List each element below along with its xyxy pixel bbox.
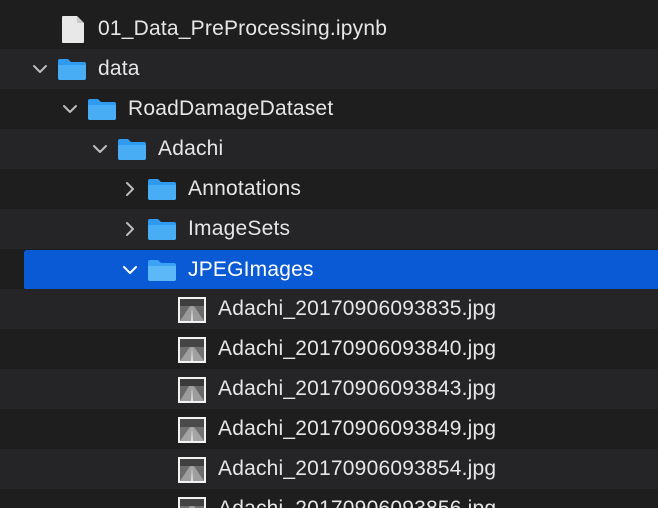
image-thumbnail-icon [178,297,206,323]
folder-icon [147,177,177,201]
image-thumbnail-icon [178,417,206,443]
tree-item-label: Adachi_20170906093835.jpg [218,297,497,320]
image-thumbnail-icon [178,377,206,403]
folder-icon [57,57,87,81]
image-thumbnail-icon [178,337,206,363]
tree-item-label: data [98,57,140,80]
tree-row-file[interactable]: Adachi_20170906093856.jpg [0,489,658,508]
chevron-down-icon[interactable] [31,60,49,78]
image-thumbnail-icon [178,457,206,483]
tree-row-imagesets[interactable]: ImageSets [0,209,658,249]
tree-row-jpegimages[interactable]: JPEGImages [24,250,658,290]
tree-row-file[interactable]: Adachi_20170906093854.jpg [0,449,658,489]
tree-row-data[interactable]: data [0,49,658,89]
chevron-right-icon[interactable] [121,220,139,238]
folder-icon [117,137,147,161]
tree-row-file[interactable]: Adachi_20170906093849.jpg [0,409,658,449]
tree-row-roaddamagedataset[interactable]: RoadDamageDataset [0,89,658,129]
tree-item-label: Adachi_20170906093849.jpg [218,417,497,440]
tree-item-label: Adachi [158,137,224,160]
tree-item-label: JPEGImages [188,258,314,281]
tree-row-annotations[interactable]: Annotations [0,169,658,209]
tree-item-label: ImageSets [188,217,291,240]
chevron-down-icon[interactable] [121,261,139,279]
tree-item-label: RoadDamageDataset [128,97,334,120]
tree-row-file[interactable]: Adachi_20170906093835.jpg [0,289,658,329]
folder-icon [87,97,117,121]
folder-icon [147,217,177,241]
file-tree: 01_Data_PreProcessing.ipynb data RoadDam… [0,0,658,508]
image-thumbnail-icon [178,497,206,508]
tree-row-file[interactable]: Adachi_20170906093843.jpg [0,369,658,409]
tree-item-label: Annotations [188,177,302,200]
tree-row-file[interactable]: Adachi_20170906093840.jpg [0,329,658,369]
tree-item-label: Adachi_20170906093854.jpg [218,457,497,480]
tree-row-adachi[interactable]: Adachi [0,129,658,169]
tree-row-notebook[interactable]: 01_Data_PreProcessing.ipynb [0,9,658,49]
tree-item-label: Adachi_20170906093840.jpg [218,337,497,360]
folder-icon [147,258,177,282]
tree-item-label: 01_Data_PreProcessing.ipynb [98,17,388,40]
chevron-down-icon[interactable] [91,140,109,158]
tree-item-label: Adachi_20170906093856.jpg [218,498,496,508]
tree-item-label: Adachi_20170906093843.jpg [218,377,497,400]
notebook-file-icon [61,15,85,44]
chevron-down-icon[interactable] [61,100,79,118]
chevron-right-icon[interactable] [121,180,139,198]
